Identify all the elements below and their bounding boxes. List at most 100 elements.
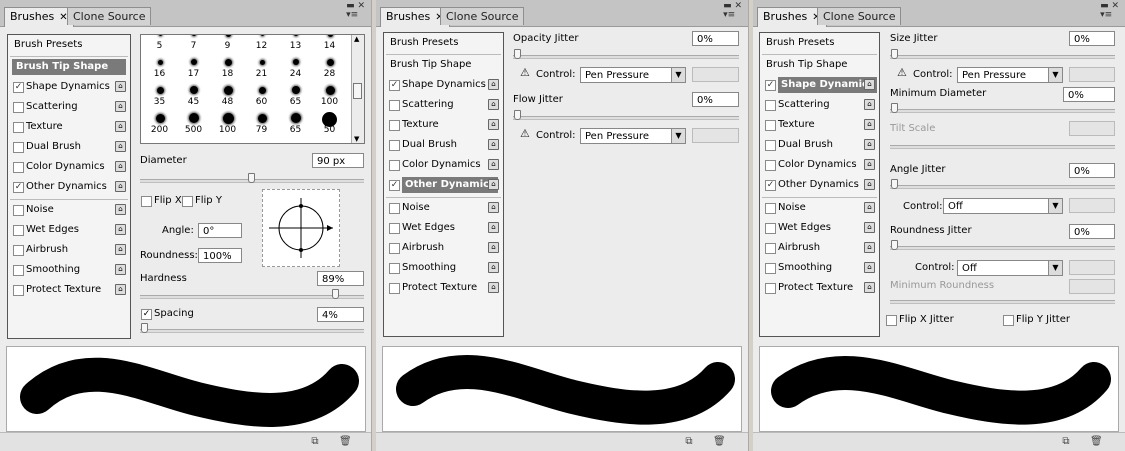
- checkbox[interactable]: [765, 100, 776, 111]
- list-item-color-dynamics[interactable]: Color Dynamics ⌂: [8, 157, 130, 177]
- panel-menu-icon[interactable]: ▬ ✕ ▾≡: [1100, 2, 1119, 20]
- checkbox[interactable]: [13, 142, 24, 153]
- lock-icon[interactable]: ⌂: [488, 79, 499, 90]
- new-brush-icon[interactable]: ⧉: [1061, 436, 1071, 447]
- diameter-slider[interactable]: [140, 173, 364, 183]
- list-item-wet-edges[interactable]: Wet Edges ⌂: [8, 220, 130, 240]
- brush-tip-preset[interactable]: 500: [177, 109, 210, 136]
- brush-tip-preset[interactable]: 50: [313, 109, 346, 136]
- list-item-other-dynamics[interactable]: ✓ Other Dynamics ⌂: [760, 175, 879, 195]
- lock-icon[interactable]: ⌂: [488, 262, 499, 273]
- brush-tip-preset[interactable]: 5: [143, 35, 176, 52]
- scroll-thumb[interactable]: [353, 83, 362, 99]
- lock-icon[interactable]: ⌂: [488, 282, 499, 293]
- checkbox[interactable]: [13, 162, 24, 173]
- flip-x-checkbox[interactable]: [141, 196, 152, 207]
- brush-tip-preset[interactable]: 17: [177, 53, 210, 80]
- angle-jitter-slider[interactable]: [890, 179, 1115, 189]
- chevron-down-icon[interactable]: ▼: [671, 129, 685, 143]
- list-item-dual-brush[interactable]: Dual Brush ⌂: [8, 137, 130, 157]
- size-jitter-field[interactable]: 0%: [1069, 31, 1115, 46]
- lock-icon[interactable]: ⌂: [864, 222, 875, 233]
- lock-icon[interactable]: ⌂: [488, 179, 499, 190]
- tab-clone-source[interactable]: Clone Source: [67, 7, 152, 25]
- tab-clone-source[interactable]: Clone Source: [440, 7, 525, 25]
- size-jitter-slider[interactable]: [890, 49, 1115, 59]
- panel-menu-icon[interactable]: ▬ ✕ ▾≡: [723, 2, 742, 20]
- lock-icon[interactable]: ⌂: [115, 244, 126, 255]
- list-item-scattering[interactable]: Scattering ⌂: [384, 95, 503, 115]
- brush-tip-grid[interactable]: 5 7 9 12 13 14 16 17 18 21 24 28 35 45 48 60 65 100 200 500…: [140, 34, 365, 144]
- list-brush-presets[interactable]: Brush Presets: [10, 35, 128, 55]
- flip-y-jitter-checkbox[interactable]: [1003, 315, 1014, 326]
- brush-tip-preset[interactable]: 28: [313, 53, 346, 80]
- roundness-field[interactable]: 100%: [198, 248, 242, 263]
- list-brush-tip-shape[interactable]: Brush Tip Shape: [386, 55, 501, 75]
- list-item-airbrush[interactable]: Airbrush ⌂: [8, 240, 130, 260]
- angle-jitter-field[interactable]: 0%: [1069, 163, 1115, 178]
- brush-tip-preset[interactable]: 13: [279, 35, 312, 52]
- lock-icon[interactable]: ⌂: [115, 81, 126, 92]
- list-item-dual-brush[interactable]: Dual Brush ⌂: [384, 135, 503, 155]
- checkbox[interactable]: [389, 263, 400, 274]
- new-brush-icon[interactable]: ⧉: [684, 436, 694, 447]
- checkbox[interactable]: [389, 203, 400, 214]
- lock-icon[interactable]: ⌂: [864, 242, 875, 253]
- lock-icon[interactable]: ⌂: [115, 161, 126, 172]
- brush-tip-preset[interactable]: 35: [143, 81, 176, 108]
- brush-tip-preset[interactable]: 60: [245, 81, 278, 108]
- tab-clone-source[interactable]: Clone Source: [817, 7, 902, 25]
- opacity-jitter-slider[interactable]: [513, 49, 739, 59]
- list-item-smoothing[interactable]: Smoothing ⌂: [760, 258, 879, 278]
- brush-tip-preset[interactable]: 12: [245, 35, 278, 52]
- list-item-texture[interactable]: Texture ⌂: [760, 115, 879, 135]
- checkbox[interactable]: ✓: [389, 180, 400, 191]
- brush-tip-preset[interactable]: 14: [313, 35, 346, 52]
- checkbox[interactable]: [389, 243, 400, 254]
- checkbox[interactable]: [765, 243, 776, 254]
- checkbox[interactable]: [389, 160, 400, 171]
- list-item-protect-texture[interactable]: Protect Texture ⌂: [384, 278, 503, 298]
- brush-tip-preset[interactable]: 45: [177, 81, 210, 108]
- slider-thumb[interactable]: [891, 240, 898, 250]
- brush-tip-preset[interactable]: 21: [245, 53, 278, 80]
- flip-y-checkbox[interactable]: [182, 196, 193, 207]
- lock-icon[interactable]: ⌂: [864, 262, 875, 273]
- list-item-wet-edges[interactable]: Wet Edges ⌂: [760, 218, 879, 238]
- lock-icon[interactable]: ⌂: [115, 284, 126, 295]
- lock-icon[interactable]: ⌂: [864, 159, 875, 170]
- brush-tip-preset[interactable]: 16: [143, 53, 176, 80]
- list-item-airbrush[interactable]: Airbrush ⌂: [384, 238, 503, 258]
- spacing-slider[interactable]: [140, 323, 364, 333]
- checkbox[interactable]: [765, 120, 776, 131]
- angle-roundness-widget[interactable]: [262, 189, 340, 267]
- trash-icon[interactable]: 🗑: [339, 436, 352, 447]
- brush-tip-preset[interactable]: 65: [279, 81, 312, 108]
- angle-field[interactable]: 0°: [198, 223, 242, 238]
- brush-tip-preset[interactable]: 65: [279, 109, 312, 136]
- checkbox[interactable]: [765, 140, 776, 151]
- brush-tip-preset[interactable]: 48: [211, 81, 244, 108]
- checkbox[interactable]: ✓: [13, 182, 24, 193]
- lock-icon[interactable]: ⌂: [115, 101, 126, 112]
- new-brush-icon[interactable]: ⧉: [310, 436, 320, 447]
- lock-icon[interactable]: ⌂: [488, 99, 499, 110]
- roundness-jitter-slider[interactable]: [890, 240, 1115, 250]
- list-brush-presets[interactable]: Brush Presets: [762, 33, 877, 53]
- checkbox[interactable]: [13, 122, 24, 133]
- list-item-noise[interactable]: Noise ⌂: [760, 198, 879, 218]
- slider-thumb[interactable]: [141, 323, 148, 333]
- list-item-airbrush[interactable]: Airbrush ⌂: [760, 238, 879, 258]
- list-item-shape-dynamics[interactable]: ✓ Shape Dynamics ⌂: [8, 77, 130, 97]
- checkbox[interactable]: [389, 100, 400, 111]
- list-item-noise[interactable]: Noise ⌂: [8, 200, 130, 220]
- checkbox[interactable]: [389, 140, 400, 151]
- list-item-shape-dynamics[interactable]: ✓ Shape Dynamics ⌂: [760, 75, 879, 95]
- scroll-down-icon[interactable]: ▼: [354, 135, 359, 143]
- slider-thumb[interactable]: [891, 179, 898, 189]
- lock-icon[interactable]: ⌂: [488, 119, 499, 130]
- spacing-checkbox[interactable]: ✓: [141, 309, 152, 320]
- lock-icon[interactable]: ⌂: [488, 202, 499, 213]
- brush-tip-preset[interactable]: 79: [245, 109, 278, 136]
- list-item-other-dynamics[interactable]: ✓ Other Dynamics ⌂: [384, 175, 503, 195]
